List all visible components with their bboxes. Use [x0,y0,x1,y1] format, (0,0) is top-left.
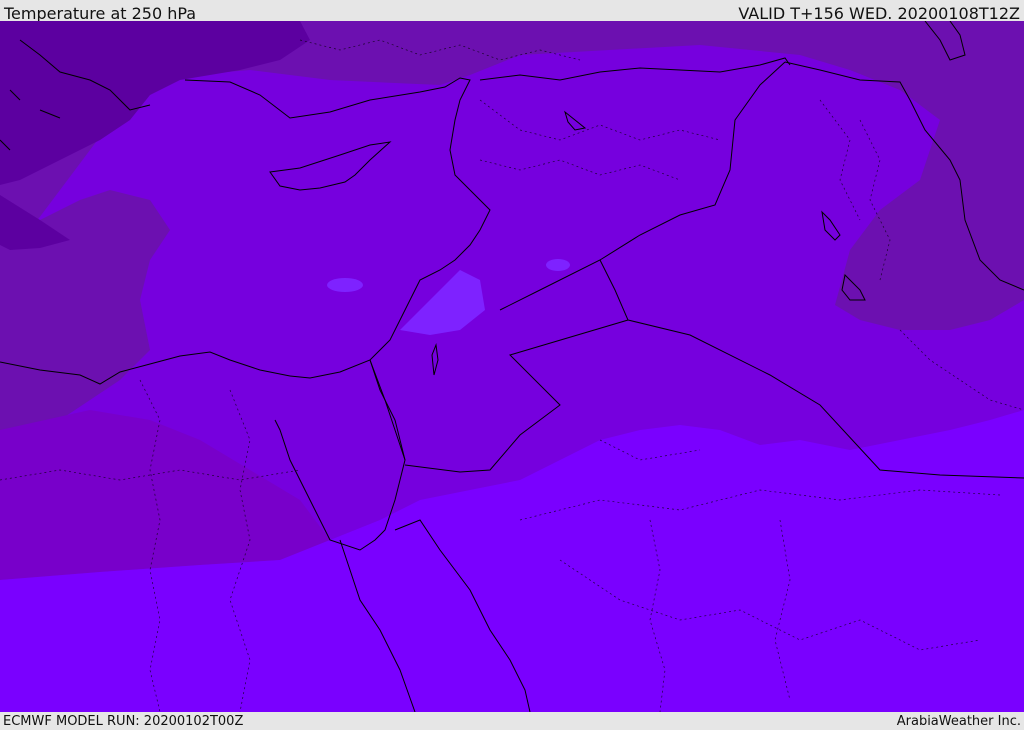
model-run-label: ECMWF MODEL RUN: 20200102T00Z [3,714,244,729]
warm-spot-inland [546,259,570,271]
header-bar: Temperature at 250 hPa VALID T+156 WED. … [0,0,1024,23]
weather-map[interactable] [0,21,1024,712]
warm-spot-sea [327,278,363,292]
footer-bar: ECMWF MODEL RUN: 20200102T00Z ArabiaWeat… [0,712,1024,729]
credit-label: ArabiaWeather Inc. [896,714,1021,729]
temperature-map-svg [0,21,1024,712]
